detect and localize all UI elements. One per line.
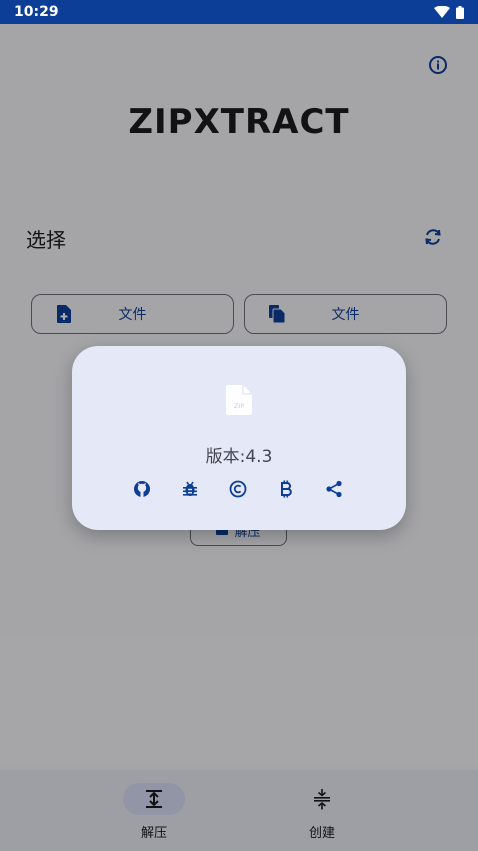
status-bar: 10:29 — [0, 0, 478, 24]
copyright-icon — [229, 480, 247, 498]
share-icon — [326, 480, 342, 498]
zip-icon-text: ZIP — [234, 402, 244, 410]
bug-report-button[interactable] — [180, 479, 200, 499]
about-actions — [132, 479, 346, 499]
github-button[interactable] — [132, 479, 152, 499]
version-text: 版本:4.3 — [72, 442, 406, 467]
battery-icon — [456, 5, 464, 19]
about-dialog: ZIP 版本:4.3 — [72, 346, 406, 530]
github-icon — [134, 481, 150, 497]
version-value: 4.3 — [245, 447, 273, 467]
share-button[interactable] — [324, 479, 344, 499]
zip-file-icon: ZIP — [226, 385, 252, 415]
status-time: 10:29 — [14, 4, 59, 20]
version-label: 版本: — [205, 447, 246, 467]
bitcoin-icon — [281, 480, 292, 498]
license-button[interactable] — [228, 479, 248, 499]
status-icons — [434, 5, 464, 19]
bug-icon — [183, 481, 197, 496]
donate-button[interactable] — [276, 479, 296, 499]
wifi-icon — [434, 6, 450, 18]
